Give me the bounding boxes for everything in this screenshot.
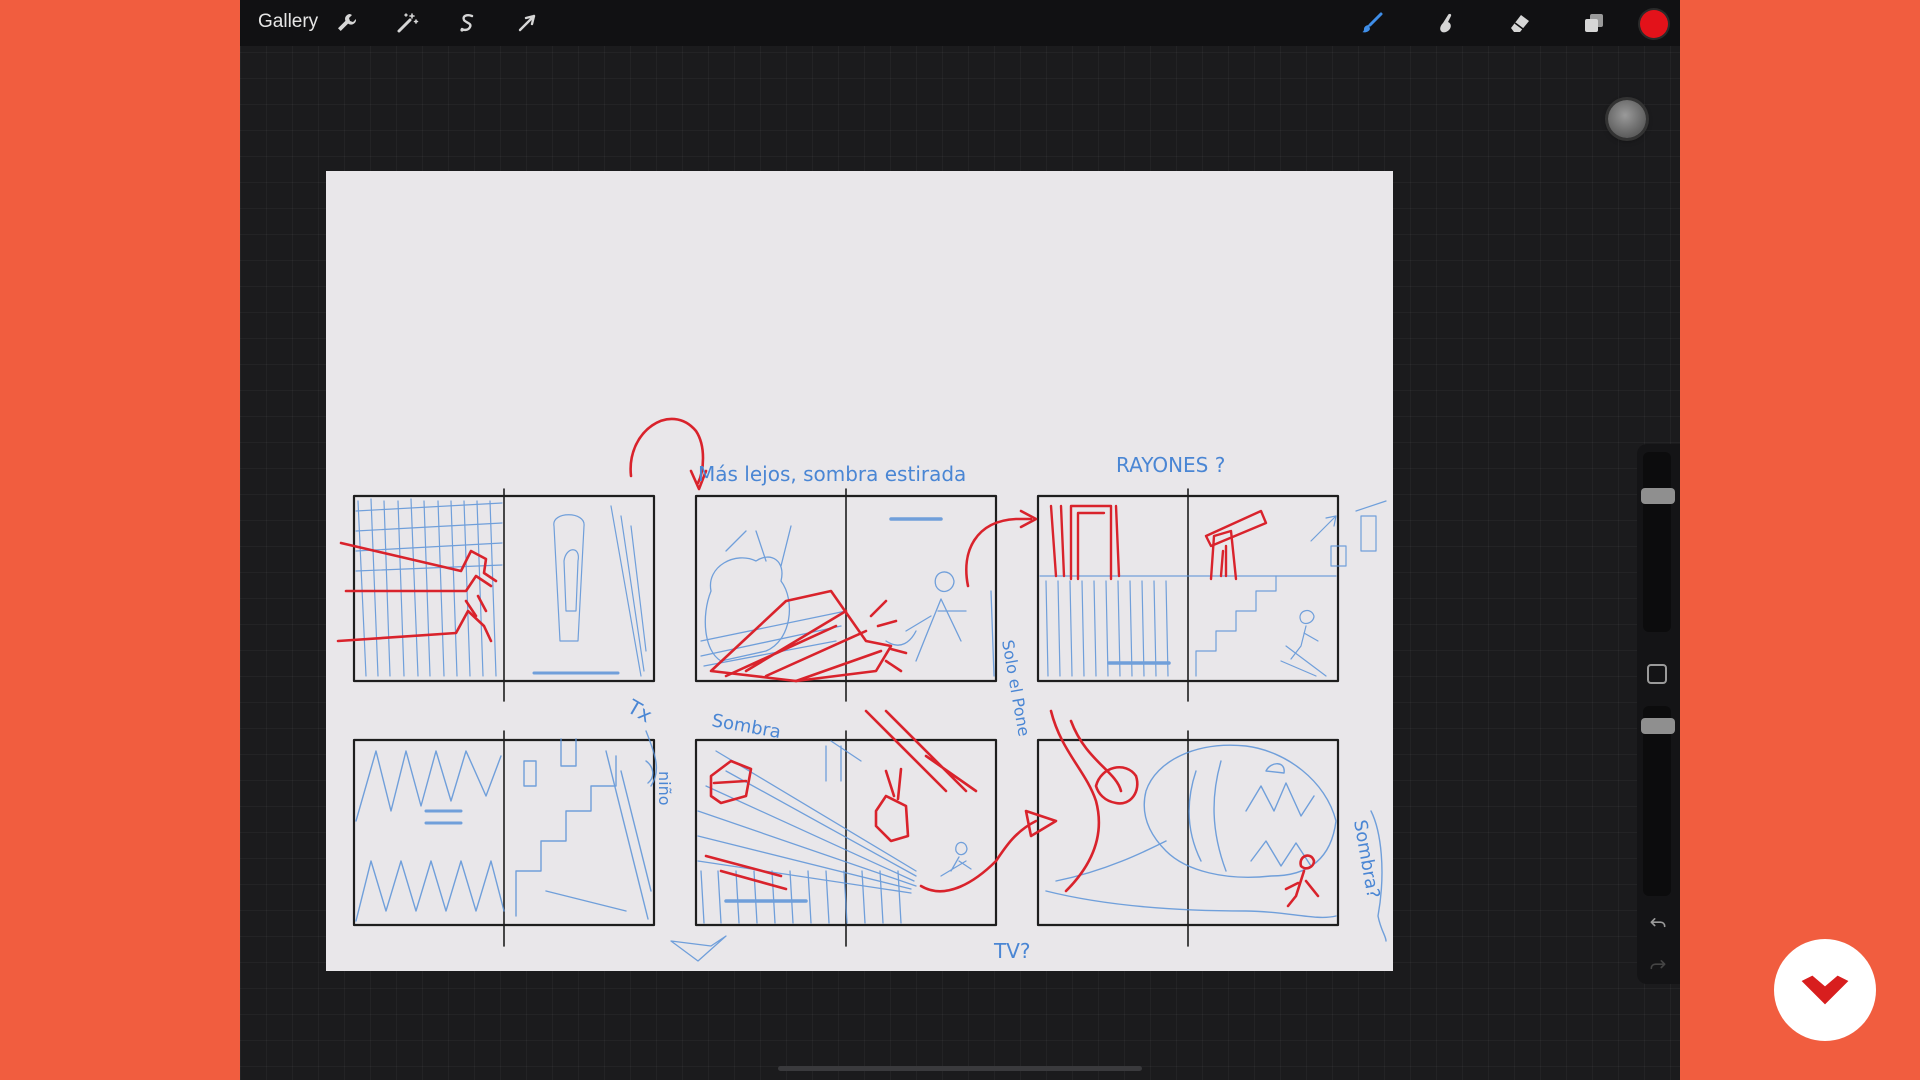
red-hands-panel-1 — [336, 541, 498, 643]
selection-button[interactable] — [452, 8, 482, 38]
annotation-note-tv: TV? — [993, 939, 1031, 963]
red-sketch-panel-3 — [1049, 504, 1268, 581]
transform-button[interactable] — [512, 8, 542, 38]
blue-sketch-panel-1 — [355, 498, 647, 677]
redo-button[interactable] — [1645, 952, 1671, 978]
quick-menu-button[interactable] — [1608, 100, 1646, 138]
panel-frames-row-1 — [352, 488, 1340, 702]
actions-button[interactable] — [332, 8, 362, 38]
layers-button[interactable] — [1579, 8, 1609, 38]
blue-sketch-panel-2 — [700, 517, 995, 677]
gallery-button[interactable]: Gallery — [258, 11, 318, 33]
eraser-icon — [1511, 15, 1529, 32]
smudge-tool-button[interactable] — [1431, 8, 1461, 38]
drawing-canvas[interactable]: Más lejos, sombra estirada RAYONES ? Tx … — [326, 171, 1393, 971]
adjustments-button[interactable] — [392, 8, 422, 38]
brush-size-thumb[interactable] — [1641, 488, 1675, 504]
annotation-note-rayones: RAYONES ? — [1116, 453, 1225, 477]
brush-sidebar — [1637, 444, 1680, 984]
blue-sketch-panel-3 — [1039, 500, 1387, 677]
top-toolbar: Gallery — [240, 0, 1680, 46]
brush-opacity-thumb[interactable] — [1641, 718, 1675, 734]
annotation-note-nino: niño — [655, 771, 674, 806]
layers-icon — [1585, 14, 1603, 32]
magic-wand-icon — [397, 13, 419, 33]
annotation-note-sombra-1: Sombra — [710, 710, 782, 743]
annotation-note-solo: Solo el Pone — [998, 638, 1034, 737]
undo-icon — [1650, 918, 1666, 928]
brush-icon — [1362, 12, 1383, 33]
brush-opacity-slider[interactable] — [1643, 706, 1671, 896]
brand-logo-icon — [1801, 975, 1849, 1005]
wrench-icon — [338, 14, 357, 31]
undo-button[interactable] — [1645, 910, 1671, 936]
procreate-app: Gallery Más lejos, sombra estirada RAYON… — [240, 0, 1680, 1080]
annotation-note-tx: Tx — [623, 694, 657, 727]
color-picker-button[interactable] — [1640, 10, 1668, 38]
brand-logo — [1774, 939, 1876, 1041]
blue-sketch-panel-5 — [670, 740, 972, 962]
brush-tool-button[interactable] — [1357, 8, 1387, 38]
redo-icon — [1650, 960, 1666, 970]
eraser-tool-button[interactable] — [1505, 8, 1535, 38]
storyboard-sketch: Más lejos, sombra estirada RAYONES ? Tx … — [336, 417, 1387, 963]
annotation-note-far: Más lejos, sombra estirada — [698, 462, 966, 486]
smudge-icon — [1440, 13, 1452, 33]
transform-arrow-icon — [518, 14, 536, 32]
home-indicator — [778, 1066, 1142, 1071]
selection-icon — [460, 14, 474, 32]
brush-size-slider[interactable] — [1643, 452, 1671, 632]
blue-sketch-panel-4 — [355, 730, 658, 922]
modify-button[interactable] — [1647, 664, 1667, 684]
